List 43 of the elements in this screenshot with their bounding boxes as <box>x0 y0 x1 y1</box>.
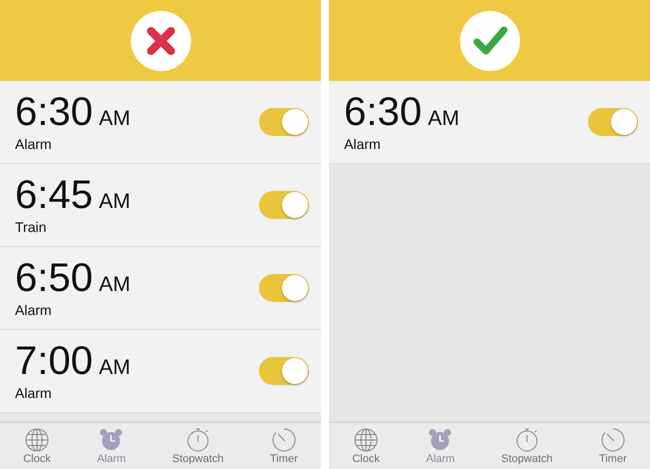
toggle-switch[interactable] <box>259 357 309 385</box>
globe-icon <box>24 428 49 452</box>
timer-icon <box>600 428 625 452</box>
alarm-label: Train <box>15 219 48 235</box>
tab[interactable]: Alarm <box>426 428 455 464</box>
timer-icon <box>272 428 296 452</box>
cross-icon <box>130 10 190 70</box>
alarm-label: Alarm <box>344 136 382 152</box>
toggle-switch[interactable] <box>259 191 309 219</box>
tab[interactable]: Alarm <box>97 428 126 464</box>
tab[interactable]: Clock <box>23 428 51 464</box>
alarm-row[interactable]: 7:00 AM Alarm <box>0 330 321 413</box>
am-pm-label: AM <box>428 107 460 131</box>
am-pm-label: AM <box>98 190 130 214</box>
alarm-time: 6:50 <box>15 258 93 298</box>
alarm-time: 6:30 <box>344 92 422 132</box>
alarm-time: 6:30 <box>15 92 93 132</box>
alarm-clock-icon <box>428 428 452 452</box>
tab[interactable]: Timer <box>270 428 298 464</box>
toggle-switch[interactable] <box>259 108 309 136</box>
toggle-switch[interactable] <box>588 108 638 136</box>
tab[interactable]: Timer <box>599 428 627 464</box>
tab[interactable]: Clock <box>352 428 380 464</box>
alarm-row[interactable]: 6:30 AM Alarm <box>329 81 650 164</box>
alarm-clock-icon <box>99 428 124 452</box>
am-pm-label: AM <box>98 273 130 297</box>
am-pm-label: AM <box>98 356 130 380</box>
alarm-time: 7:00 <box>15 341 93 381</box>
stopwatch-icon <box>186 428 210 452</box>
alarm-row[interactable]: 6:45 AM Train <box>0 164 321 247</box>
check-icon <box>460 10 520 70</box>
alarm-label: Alarm <box>15 385 53 401</box>
toggle-switch[interactable] <box>259 274 309 302</box>
alarm-label: Alarm <box>15 302 53 318</box>
alarm-label: Alarm <box>15 136 53 152</box>
globe-icon <box>354 428 378 452</box>
stopwatch-icon <box>514 428 539 452</box>
tab[interactable]: Stopwatch <box>501 428 553 464</box>
am-pm-label: AM <box>98 107 130 131</box>
alarm-row[interactable]: 6:30 AM Alarm <box>0 81 321 164</box>
tab[interactable]: Stopwatch <box>172 428 224 464</box>
alarm-time: 6:45 <box>15 175 93 215</box>
alarm-row[interactable]: 6:50 AM Alarm <box>0 247 321 330</box>
